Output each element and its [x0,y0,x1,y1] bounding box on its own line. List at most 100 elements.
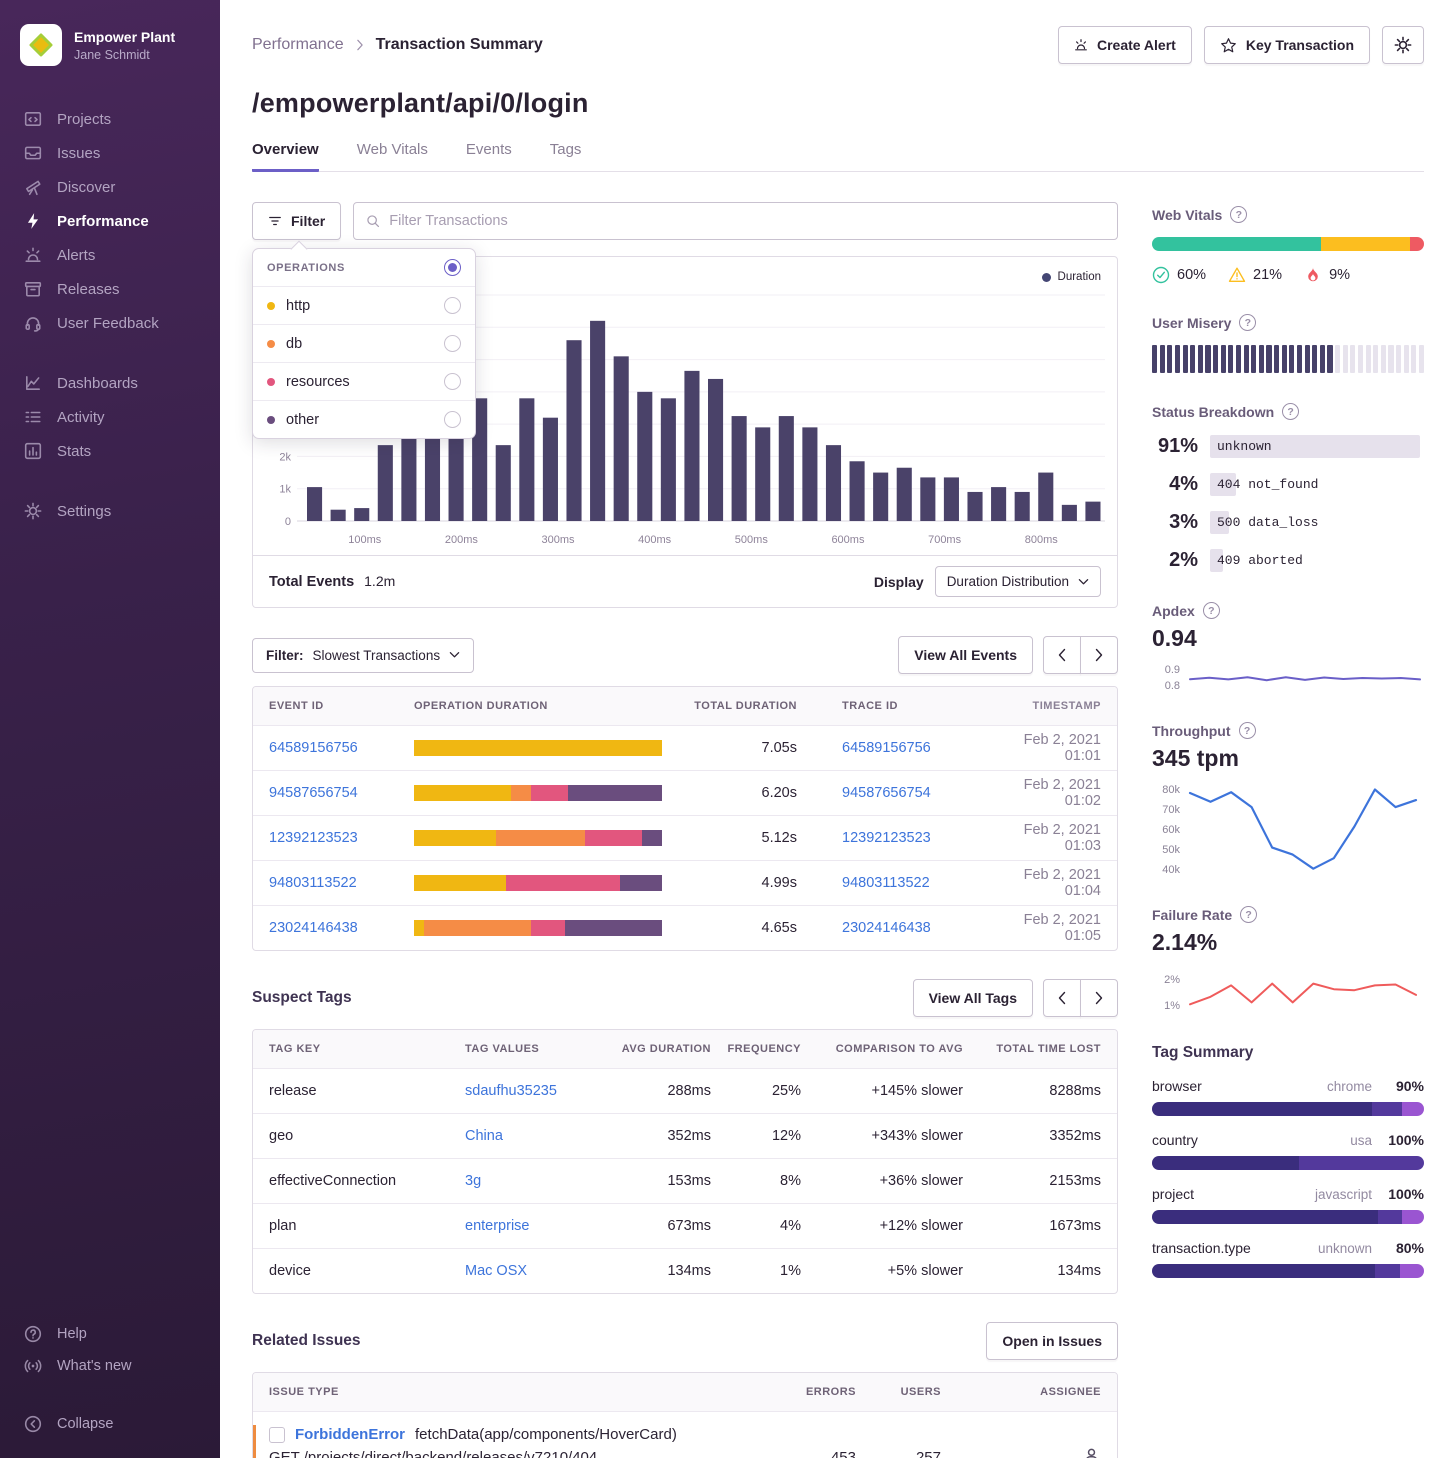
tag-key: plan [269,1218,465,1234]
frequency: 25% [711,1083,801,1099]
trace-id-link[interactable]: 64589156756 [842,740,1012,756]
page-title: /empowerplant/api/0/login [252,88,1424,119]
key-transaction-button[interactable]: Key Transaction [1204,26,1370,64]
org-switcher[interactable]: Empower Plant Jane Schmidt [0,16,220,76]
suspect-tags-title: Suspect Tags [252,989,352,1007]
tag-value-link[interactable]: 3g [465,1173,575,1189]
tag-value-link[interactable]: sdaufhu35235 [465,1083,575,1099]
events-filter-select[interactable]: Filter: Slowest Transactions [252,638,474,673]
assignee-icon[interactable] [1082,1446,1101,1458]
trace-id-link[interactable]: 94803113522 [842,875,1012,891]
tab-overview[interactable]: Overview [252,141,319,172]
chart-legend: Duration [1042,271,1101,283]
sidebar-item-help[interactable]: Help [0,1318,220,1350]
other-radio[interactable] [444,411,461,428]
filter-icon [268,214,282,228]
help-circle-icon[interactable]: ? [1239,722,1256,739]
breadcrumb-performance[interactable]: Performance [252,36,344,54]
settings-button[interactable] [1382,26,1424,64]
sidebar-item-label: Stats [57,443,91,460]
events-next-button[interactable] [1080,636,1118,674]
trace-id-link[interactable]: 94587656754 [842,785,1012,801]
tags-prev-button[interactable] [1043,979,1081,1017]
sidebar-item-projects[interactable]: Projects [0,102,220,136]
sidebar-item-settings[interactable]: Settings [0,494,220,528]
issue-checkbox[interactable] [269,1427,285,1443]
view-all-events-button[interactable]: View All Events [898,636,1033,674]
sidebar-item-activity[interactable]: Activity [0,400,220,434]
sidebar-item-issues[interactable]: Issues [0,136,220,170]
sidebar-item-user-feedback[interactable]: User Feedback [0,306,220,340]
event-id-link[interactable]: 94803113522 [269,875,414,891]
releases-icon [24,280,42,298]
total-duration: 4.65s [682,920,797,936]
search-input[interactable] [389,213,1105,229]
sidebar-item-collapse[interactable]: Collapse [0,1408,220,1440]
operations-dropdown-header[interactable]: OPERATIONS [253,249,475,286]
filter-button[interactable]: Filter [252,202,341,240]
sidebar-item-label: Collapse [57,1416,113,1432]
events-filter-label: Filter: [266,648,304,663]
issue-row[interactable]: ForbiddenError fetchData(app/components/… [253,1411,1117,1458]
apdex-sparkline [1186,662,1424,694]
trace-id-link[interactable]: 12392123523 [842,830,1012,846]
help-circle-icon[interactable]: ? [1282,403,1299,420]
operation-item-http[interactable]: http [253,286,475,324]
legend-label: Duration [1058,271,1101,283]
sidebar-item-label: Discover [57,179,115,196]
event-id-link[interactable]: 23024146438 [269,920,414,936]
operation-item-other[interactable]: other [253,400,475,438]
sidebar-item-label: Settings [57,503,111,520]
tag-summary-bar [1152,1156,1424,1170]
status-row: 4% 404 not_found [1152,473,1424,496]
apdex-value: 0.94 [1152,625,1424,652]
sidebar-item-discover[interactable]: Discover [0,170,220,204]
trace-id-link[interactable]: 23024146438 [842,920,1012,936]
related-issues-title: Related Issues [252,1332,361,1350]
user-feedback-icon [24,314,42,332]
whats-new-icon [24,1357,42,1375]
tab-events[interactable]: Events [466,141,512,171]
event-id-link[interactable]: 12392123523 [269,830,414,846]
events-prev-button[interactable] [1043,636,1081,674]
http-radio[interactable] [444,297,461,314]
display-select[interactable]: Duration Distribution [935,566,1101,597]
sidebar-item-releases[interactable]: Releases [0,272,220,306]
display-label: Display [874,574,924,590]
tag-summary-key: project [1152,1186,1194,1202]
tag-summary-row: projectjavascript100% [1152,1186,1424,1224]
db-radio[interactable] [444,335,461,352]
operation-item-resources[interactable]: resources [253,362,475,400]
tag-value-link[interactable]: enterprise [465,1218,575,1234]
tag-summary-row: browserchrome90% [1152,1078,1424,1116]
summary-sidebar: Web Vitals? 60% 21% 9% User Misery? Stat… [1152,202,1424,1458]
col-trace-id: Trace ID [842,700,1012,712]
tag-value-link[interactable]: Mac OSX [465,1263,575,1279]
help-circle-icon[interactable]: ? [1203,602,1220,619]
operation-item-db[interactable]: db [253,324,475,362]
help-circle-icon[interactable]: ? [1230,206,1247,223]
tag-summary-row: countryusa100% [1152,1132,1424,1170]
sidebar-item-alerts[interactable]: Alerts [0,238,220,272]
resources-radio[interactable] [444,373,461,390]
sidebar-item-performance[interactable]: Performance [0,204,220,238]
tag-value-link[interactable]: China [465,1128,575,1144]
operations-radio-selected[interactable] [444,259,461,276]
sidebar-item-whats-new[interactable]: What's new [0,1350,220,1382]
events-pager [1043,636,1118,674]
tab-tags[interactable]: Tags [550,141,582,171]
event-id-link[interactable]: 64589156756 [269,740,414,756]
web-vitals-bar [1152,237,1424,251]
help-circle-icon[interactable]: ? [1240,906,1257,923]
sidebar-item-dashboards[interactable]: Dashboards [0,366,220,400]
tags-next-button[interactable] [1080,979,1118,1017]
tab-web-vitals[interactable]: Web Vitals [357,141,428,171]
open-in-issues-button[interactable]: Open in Issues [986,1322,1118,1360]
issue-type-link[interactable]: ForbiddenError [295,1426,405,1443]
search-box [353,202,1118,240]
create-alert-button[interactable]: Create Alert [1058,26,1192,64]
view-all-tags-button[interactable]: View All Tags [913,979,1033,1017]
sidebar-item-stats[interactable]: Stats [0,434,220,468]
help-circle-icon[interactable]: ? [1239,314,1256,331]
event-id-link[interactable]: 94587656754 [269,785,414,801]
